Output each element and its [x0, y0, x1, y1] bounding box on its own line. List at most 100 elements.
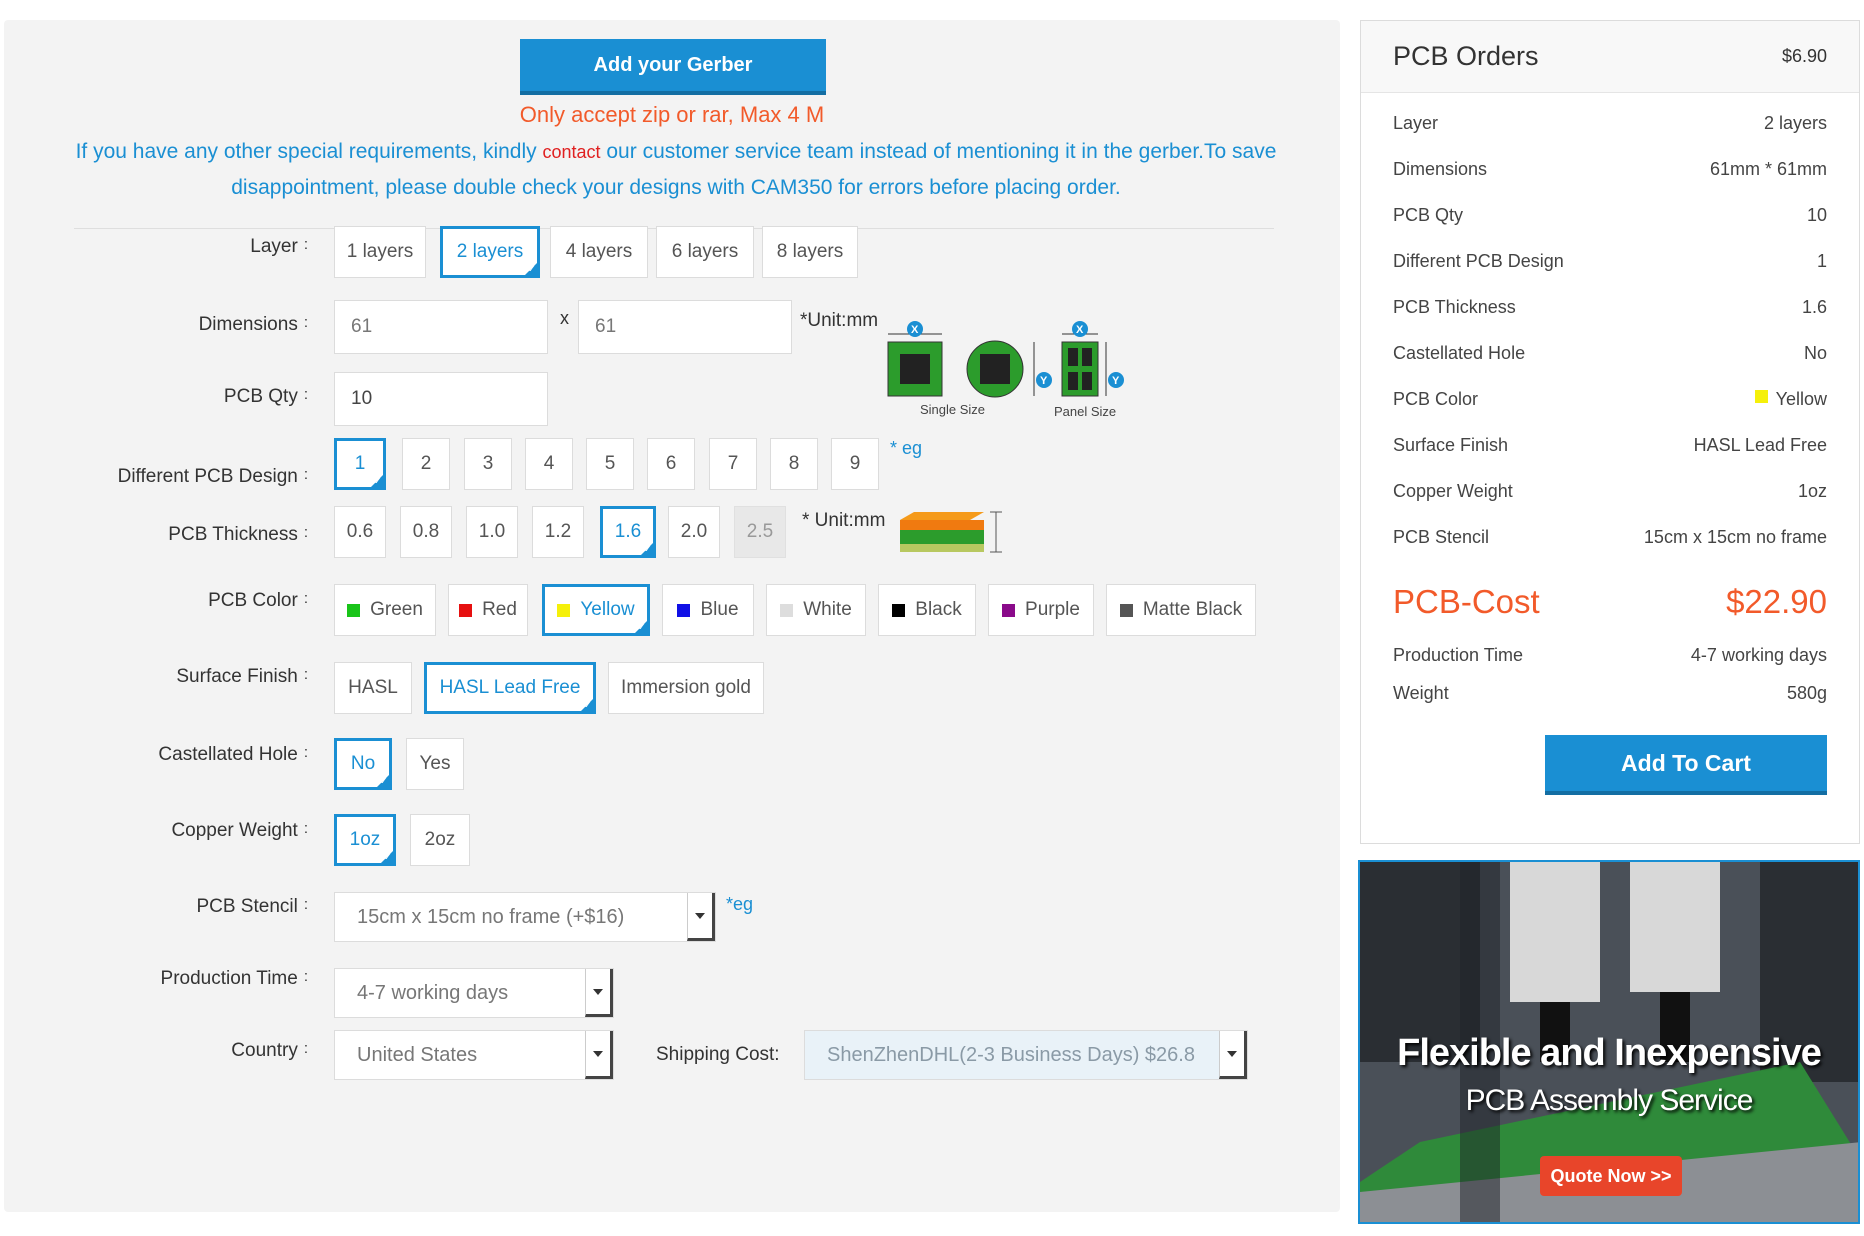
matte-black-swatch — [1119, 603, 1133, 617]
summary-price: $6.90 — [1781, 46, 1827, 66]
thickness-label: PCB Thickness: — [168, 524, 308, 545]
thickness-option-1-6[interactable]: 1.6 ✓ — [600, 506, 656, 558]
pcb-cost-label: PCB-Cost — [1393, 583, 1540, 620]
thickness-option-2-0[interactable]: 2.0 — [668, 506, 720, 558]
chevron-down-icon — [687, 893, 715, 941]
castellated-option-yes[interactable]: Yes — [406, 738, 464, 790]
color-option-purple[interactable]: Purple — [988, 584, 1094, 636]
shipping-value: ShenZhenDHL(2-3 Business Days) $26.8 — [827, 1043, 1195, 1066]
thickness-option-0-6[interactable]: 0.6 — [334, 506, 386, 558]
red-swatch — [459, 603, 473, 617]
chevron-down-icon — [585, 1031, 613, 1079]
design-option-5[interactable]: 5 — [586, 438, 634, 490]
black-swatch — [892, 603, 906, 617]
summary-row: PCB Qty 10 — [1393, 205, 1827, 225]
design-option-9[interactable]: 9 — [831, 438, 879, 490]
copper-weight-label: Copper Weight: — [171, 820, 308, 841]
dimension-separator: x — [560, 308, 569, 328]
thickness-option-0-8[interactable]: 0.8 — [400, 506, 452, 558]
white-swatch — [780, 603, 794, 617]
finish-option-hasl-lead-free[interactable]: HASL Lead Free ✓ — [424, 662, 596, 714]
shipping-cost-label: Shipping Cost: — [656, 1044, 780, 1065]
production-time-value: 4-7 working days — [357, 981, 509, 1004]
thickness-unit: * Unit:mm — [802, 510, 886, 531]
yellow-swatch — [1754, 390, 1768, 403]
summary-row: Castellated Hole No — [1393, 343, 1827, 363]
purple-swatch — [1002, 603, 1016, 617]
country-value: United States — [357, 1043, 478, 1066]
layer-option-8[interactable]: 8 layers — [762, 226, 858, 278]
color-option-red[interactable]: Red — [448, 584, 528, 636]
design-option-1[interactable]: 1 ✓ — [334, 438, 386, 490]
dimension-y-input[interactable]: 61 — [578, 300, 792, 354]
summary-row: Different PCB Design 1 — [1393, 251, 1827, 271]
design-option-7[interactable]: 7 — [709, 438, 757, 490]
weight-row: Weight 580g — [1393, 683, 1827, 703]
design-option-2[interactable]: 2 — [402, 438, 450, 490]
country-select[interactable]: United States — [334, 1030, 614, 1080]
dimension-unit: *Unit:mm — [800, 310, 879, 331]
production-time-row: Production Time 4-7 working days — [1393, 645, 1827, 665]
color-option-black[interactable]: Black — [878, 584, 976, 636]
color-option-yellow[interactable]: Yellow ✓ — [542, 584, 650, 636]
layer-option-1[interactable]: 1 layers — [334, 226, 426, 278]
panel-size-caption: Panel Size — [1054, 404, 1116, 419]
file-type-note: Only accept zip or rar, Max 4 M — [519, 102, 825, 127]
single-size-caption: Single Size — [920, 402, 985, 417]
add-to-cart-button[interactable]: Add To Cart — [1545, 735, 1827, 795]
finish-option-hasl[interactable]: HASL — [334, 662, 412, 714]
design-option-4[interactable]: 4 — [525, 438, 573, 490]
summary-header: PCB Orders $6.90 — [1361, 21, 1859, 93]
castellated-option-no[interactable]: No ✓ — [334, 738, 392, 790]
color-option-green[interactable]: Green — [334, 584, 436, 636]
contact-link[interactable]: contact — [543, 142, 601, 162]
thickness-option-1-2[interactable]: 1.2 — [532, 506, 584, 558]
quote-now-button[interactable]: Quote Now >> — [1540, 1156, 1682, 1196]
y-badge-panel: Y — [1112, 375, 1120, 387]
x-badge-panel: X — [1076, 324, 1084, 336]
pcb-size-diagram: X X Y Y Single Size Panel Size — [887, 321, 1124, 419]
summary-row: PCB Thickness 1.6 — [1393, 297, 1827, 317]
layer-option-6[interactable]: 6 layers — [656, 226, 754, 278]
banner-subtitle: PCB Assembly Service — [1465, 1084, 1754, 1117]
shipping-select[interactable]: ShenZhenDHL(2-3 Business Days) $26.8 — [804, 1030, 1248, 1080]
finish-option-immersion-gold[interactable]: Immersion gold — [608, 662, 764, 714]
summary-row: Layer 2 layers — [1393, 113, 1827, 133]
dimension-x-input[interactable]: 61 — [334, 300, 548, 354]
color-option-blue[interactable]: Blue — [662, 584, 754, 636]
chevron-down-icon — [1219, 1031, 1247, 1079]
layer-label: Layer: — [250, 236, 308, 257]
order-summary: PCB Orders $6.90 Layer 2 layers Dimension… — [1360, 20, 1860, 844]
stencil-select[interactable]: 15cm x 15cm no frame (+$16) — [334, 892, 716, 942]
design-option-8[interactable]: 8 — [770, 438, 818, 490]
summary-row: PCB Color Yellow — [1393, 389, 1827, 409]
stencil-label: PCB Stencil: — [196, 896, 308, 917]
castellated-hole-label: Castellated Hole: — [158, 744, 308, 765]
design-option-6[interactable]: 6 — [647, 438, 695, 490]
design-option-3[interactable]: 3 — [464, 438, 512, 490]
production-time-select[interactable]: 4-7 working days — [334, 968, 614, 1018]
pcb-qty-input[interactable]: 10 — [334, 372, 548, 426]
special-requirements-note: If you have any other special requiremen… — [64, 134, 1288, 206]
different-design-label: Different PCB Design: — [117, 466, 308, 487]
summary-row: Copper Weight 1oz — [1393, 481, 1827, 501]
copper-option-1oz[interactable]: 1oz ✓ — [334, 814, 396, 866]
color-option-matte-black[interactable]: Matte Black — [1106, 584, 1256, 636]
stencil-eg-link[interactable]: *eg — [726, 894, 753, 915]
banner-title: Flexible and Inexpensive — [1397, 1032, 1822, 1074]
pcb-cost-value: $22.90 — [1726, 583, 1827, 620]
add-gerber-button[interactable]: Add your Gerber — [520, 39, 826, 95]
order-form-panel: Add your Gerber Only accept zip or rar, … — [4, 20, 1340, 1212]
thickness-option-1-0[interactable]: 1.0 — [466, 506, 518, 558]
layer-option-4[interactable]: 4 layers — [550, 226, 648, 278]
design-eg-link[interactable]: * eg — [890, 438, 922, 459]
copper-option-2oz[interactable]: 2oz — [410, 814, 470, 866]
country-label: Country: — [231, 1040, 308, 1061]
production-time-label: Production Time: — [160, 968, 308, 989]
assembly-service-banner[interactable]: Flexible and Inexpensive PCB Assembly Se… — [1358, 860, 1860, 1224]
summary-title: PCB Orders — [1393, 41, 1539, 71]
green-swatch — [347, 603, 361, 617]
stencil-select-value: 15cm x 15cm no frame (+$16) — [357, 905, 625, 928]
layer-option-2[interactable]: 2 layers ✓ — [440, 226, 540, 278]
color-option-white[interactable]: White — [766, 584, 866, 636]
